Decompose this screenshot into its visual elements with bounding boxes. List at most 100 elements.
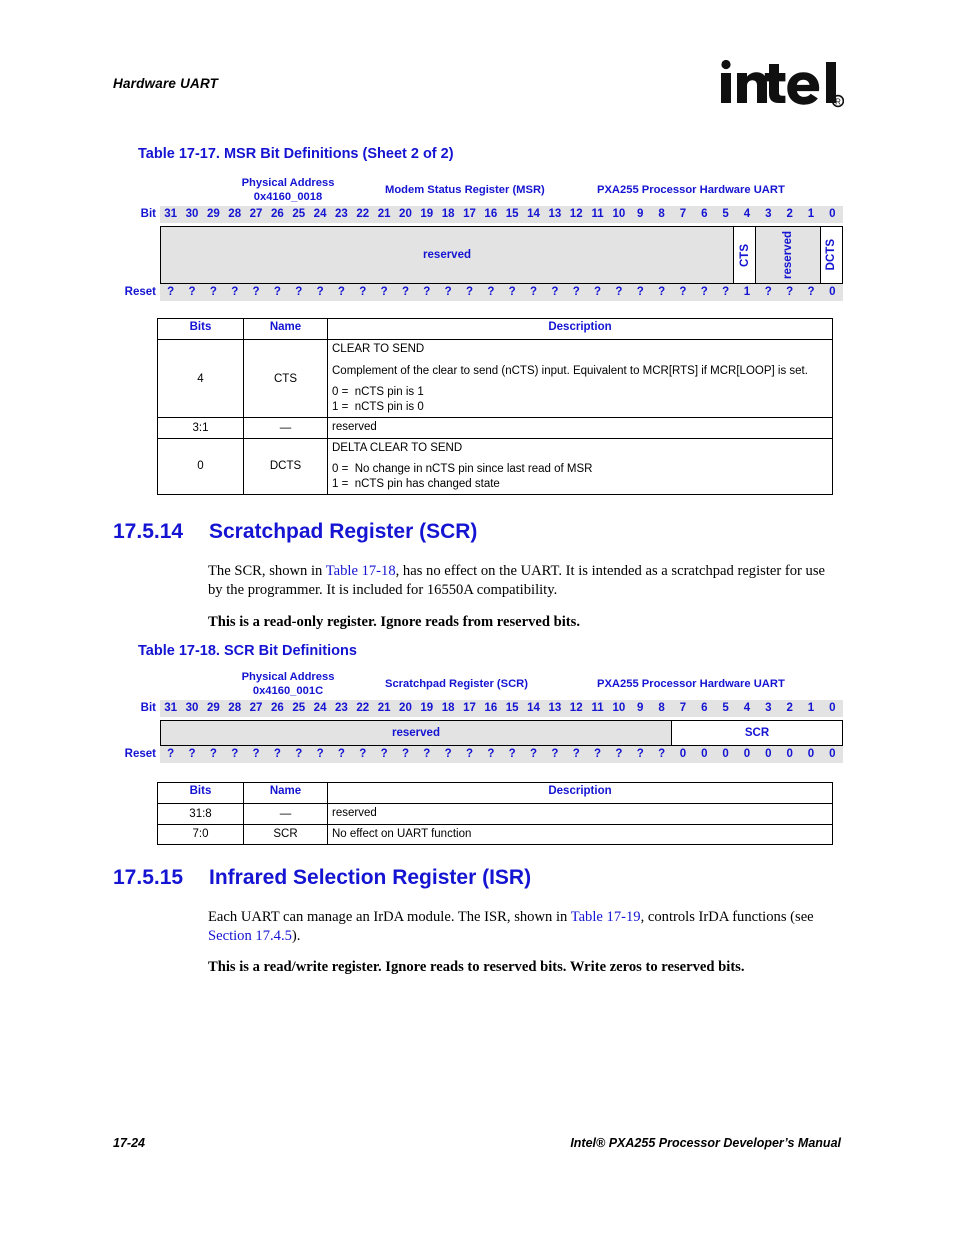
msr-bit-31: 0 — [829, 208, 836, 220]
scr-bit-25: 6 — [701, 702, 708, 714]
section-title: Scratchpad Register (SCR) — [209, 520, 478, 543]
msr-reset-20: ? — [594, 286, 602, 298]
scr-reset-11: ? — [401, 748, 409, 760]
msr-bit-6: 25 — [292, 208, 306, 220]
cell-bits: 3:1 — [157, 417, 244, 439]
description-value-line: 0 = No change in nCTS pin since last rea… — [332, 463, 593, 475]
msr-bit-15: 16 — [484, 208, 498, 220]
table-row: 0 DCTS DELTA CLEAR TO SEND 0 = No change in… — [157, 437, 833, 495]
field-label: DCTS — [825, 239, 838, 271]
scr-bit-14: 17 — [463, 702, 476, 714]
msr-reset-11: ? — [401, 286, 409, 298]
description-title: DELTA CLEAR TO SEND — [332, 441, 463, 454]
scr-reset-9: ? — [359, 748, 367, 760]
scr-reset-24: 0 — [679, 748, 687, 760]
msr-reset-6: ? — [295, 286, 303, 298]
scr-bit-27: 4 — [743, 702, 751, 714]
scr-reset-5: ? — [273, 748, 281, 760]
scr-bit-28: 3 — [765, 702, 772, 714]
scr-SCR-1: SCR — [672, 721, 842, 745]
msr-reset-values: ??????????????????????????? 1??? 0 — [160, 284, 843, 301]
msr-bit-24: 7 — [679, 208, 687, 220]
msr-bit-27: 4 — [743, 208, 751, 220]
scr-reset-row: Reset ???????????????????????? 0 0 0 0 0 0 0 0 — [113, 746, 843, 766]
scr-reset-7: ? — [316, 748, 324, 760]
msr-diagram-titles: Physical Address 0x4160_0018 Modem Statu… — [113, 176, 843, 206]
field-label: reserved — [423, 249, 472, 261]
msr-bit-4: 27 — [249, 208, 263, 220]
msr-bit-20: 11 — [591, 208, 604, 220]
cell-name: CTS — [243, 339, 328, 418]
msr-reset-23: ? — [658, 286, 666, 298]
msr-bit-17: 14 — [527, 208, 540, 220]
table-row: 31:8— reserved — [157, 803, 833, 825]
msr-physical-address: Physical Address 0x4160_0018 — [208, 176, 368, 204]
scr-reset-14: ? — [465, 748, 473, 760]
scr-bit-definitions-table: Bits Name Description 31:8— reserved 7:0 SC… — [157, 782, 833, 845]
scr-reset-4: ? — [252, 748, 260, 760]
msr-reset-row: Reset ??????????????????????????? 1??? 0 — [113, 284, 843, 304]
scr-diagram-titles: Physical Address 0x4160_001C Scratchpad … — [113, 670, 843, 700]
footer-manual-title: Intel® PXA255 Processor Developer’s Manu… — [570, 1136, 841, 1150]
msr-DCTS-3: DCTS — [820, 227, 842, 283]
msr-reset-22: ? — [636, 286, 644, 298]
scr-bit-12: 19 — [420, 702, 434, 714]
scr-register-name: Scratchpad Register (SCR) — [385, 678, 528, 690]
description-title: No effect on UART function — [332, 827, 472, 840]
scr-reset-29: 0 — [786, 748, 793, 760]
section-number: 17.5.14 — [113, 520, 184, 543]
scr-reset-27: 0 — [743, 748, 751, 760]
scr-reset-10: ? — [380, 748, 388, 760]
scr-bit-row-label: Bit — [140, 702, 156, 714]
scr-reserved-0: reserved — [161, 721, 672, 745]
msr-bit-numbers: 31 30 29 28 27 26 25 24 23 22 21 20 19 18 17 16 15 14 13 12… — [160, 206, 843, 223]
msr-reset-17: ? — [530, 286, 538, 298]
msr-field-row: reserved CTS reserved DCTS — [113, 226, 843, 284]
scr-reset-19: ? — [572, 748, 580, 760]
scr-bit-1: 30 — [185, 702, 199, 714]
scr-reset-31: 0 — [829, 748, 836, 760]
xref-section-17-4-5[interactable]: Section 17.4.5 — [208, 928, 292, 944]
svg-text:R: R — [835, 98, 841, 107]
cell-name: — — [243, 417, 328, 439]
isr-note-paragraph: This is a read/write register. Ignore re… — [208, 959, 745, 975]
msr-reset-26: ? — [722, 286, 730, 298]
column-header-description: Description — [327, 318, 833, 340]
scr-bit-30: 1 — [807, 702, 815, 714]
msr-register-name: Modem Status Register (MSR) — [385, 184, 545, 196]
scr-bit-26: 5 — [722, 702, 729, 714]
scr-reset-28: 0 — [765, 748, 772, 760]
scr-reset-15: ? — [487, 748, 495, 760]
scr-bit-10: 21 — [377, 702, 391, 714]
cell-name: DCTS — [243, 437, 328, 495]
scr-reset-23: ? — [658, 748, 666, 760]
xref-table-17-19[interactable]: Table 17-19 — [571, 909, 641, 925]
xref-table-17-18[interactable]: Table 17-18 — [326, 563, 396, 579]
msr-bit-30: 1 — [807, 208, 815, 220]
cell-bits: 31:8 — [157, 803, 244, 825]
msr-table-body: 4 CTS CLEAR TO SEND Complement of the clear… — [157, 339, 833, 495]
description-value-line: 1 = nCTS pin is 0 — [332, 400, 424, 413]
scr-bit-19: 12 — [569, 702, 583, 714]
scr-bit-9: 22 — [356, 702, 370, 714]
scr-reset-25: 0 — [701, 748, 708, 760]
scr-bit-18: 13 — [548, 702, 562, 714]
description-title: reserved — [332, 807, 377, 819]
cell-bits: 4 — [157, 339, 244, 418]
cell-description: reserved — [327, 803, 833, 825]
section-title: Infrared Selection Register (ISR) — [209, 866, 532, 889]
scr-register-diagram: Physical Address 0x4160_001C Scratchpad … — [113, 670, 843, 766]
scr-bit-21: 10 — [612, 702, 626, 714]
msr-bit-10: 21 — [377, 208, 391, 220]
msr-reset-12: ? — [423, 286, 431, 298]
msr-bit-16: 15 — [505, 208, 519, 220]
msr-bit-28: 3 — [765, 208, 772, 220]
scr-bit-29: 2 — [786, 702, 793, 714]
msr-physical-address-value: 0x4160_0018 — [253, 191, 323, 203]
cell-bits: 7:0 — [157, 823, 244, 845]
scr-reset-21: ? — [615, 748, 623, 760]
msr-reset-27: 1 — [743, 286, 751, 298]
msr-reset-30: ? — [807, 286, 815, 298]
